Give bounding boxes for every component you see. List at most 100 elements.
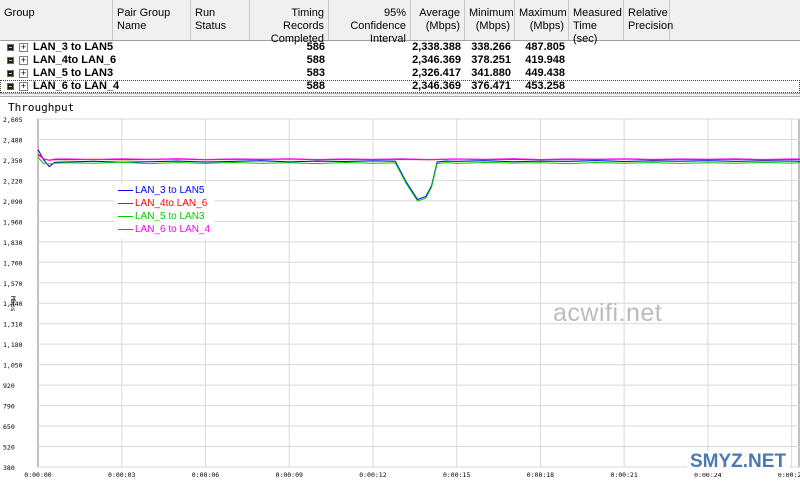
column-header-label: (Mbps) — [529, 20, 564, 32]
pair-icon — [7, 70, 14, 77]
y-tick-label: 2,480 — [3, 136, 23, 144]
pair-name: LAN_5 to LAN3 — [33, 67, 114, 79]
table-row[interactable]: + LAN_4to LAN_6 588 2,346.369 378.251 419.948 — [0, 54, 800, 67]
expand-icon[interactable]: + — [19, 82, 28, 91]
cell-max: 453.258 — [525, 80, 565, 92]
cell-max: 487.805 — [525, 41, 565, 53]
column-header-label: Name — [117, 20, 147, 32]
x-tick-label: 0:00:03 — [108, 471, 135, 479]
x-tick-label: 0:00:09 — [276, 471, 303, 479]
y-tick-label: 1,830 — [3, 239, 23, 247]
column-header-label: (Mbps) — [425, 20, 460, 32]
cell-avg: 2,338.388 — [412, 41, 461, 53]
column-header-label: Average — [419, 7, 460, 19]
column-header-label: Maximum — [519, 7, 567, 19]
pane-splitter[interactable] — [0, 93, 800, 97]
column-header[interactable]: Run Status — [191, 0, 250, 40]
cell-min: 376.471 — [471, 80, 511, 92]
y-tick-label: 650 — [3, 423, 15, 431]
results-table: Group Pair Group Name Run Status Timing Reco… — [0, 0, 800, 93]
pair-name: LAN_6 to LAN_4 — [33, 80, 120, 92]
column-header[interactable]: Relative Precision — [624, 0, 674, 40]
x-tick-label: 0:00:21 — [610, 471, 637, 479]
cell-max: 419.948 — [525, 54, 565, 66]
y-tick-label: 920 — [3, 382, 15, 390]
x-tick-label: 0:00:12 — [359, 471, 386, 479]
pair-icon — [7, 44, 14, 51]
cell-max: 449.438 — [525, 67, 565, 79]
watermark-text: acwifi.net — [553, 299, 663, 327]
y-tick-label: 1,180 — [3, 341, 23, 349]
column-header[interactable]: Maximum (Mbps) — [515, 0, 569, 40]
column-header[interactable]: Timing Records Completed — [250, 0, 329, 45]
legend-swatch — [118, 190, 133, 191]
column-header-label: Group — [4, 7, 35, 19]
cell-min: 378.251 — [471, 54, 511, 66]
column-header-label: Run Status — [195, 7, 227, 32]
x-tick-label: 0:00:18 — [527, 471, 554, 479]
table-header-row: Group Pair Group Name Run Status Timing Reco… — [0, 0, 800, 45]
site-stamp: SMYZ.NET — [687, 451, 790, 473]
y-tick-label: 380 — [3, 464, 15, 472]
expand-icon[interactable]: + — [19, 43, 28, 52]
legend-label: LAN_6 to LAN_4 — [135, 224, 211, 235]
y-tick-label: 2,220 — [3, 177, 23, 185]
legend-item: LAN_4to LAN_6 — [114, 197, 214, 210]
y-tick-label: 1,570 — [3, 280, 23, 288]
y-tick-label: 520 — [3, 444, 15, 452]
cell-records: 583 — [306, 67, 325, 79]
legend-label: LAN_3 to LAN5 — [135, 185, 205, 196]
pair-name: LAN_4to LAN_6 — [33, 54, 117, 66]
cell-min: 341.880 — [471, 67, 511, 79]
legend-label: LAN_4to LAN_6 — [135, 198, 208, 209]
column-header-label: Minimum — [469, 7, 514, 19]
legend-label: LAN_5 to LAN3 — [135, 211, 205, 222]
x-tick-label: 0:00:06 — [192, 471, 219, 479]
legend-swatch — [118, 216, 133, 217]
table-row[interactable]: + LAN_3 to LAN5 586 2,338.388 338.266 487.805 — [0, 41, 800, 54]
column-header-label: Pair Group — [117, 7, 171, 19]
legend-item: LAN_5 to LAN3 — [114, 210, 214, 223]
expand-icon[interactable]: + — [19, 56, 28, 65]
x-tick-label: 0:00:00 — [24, 471, 51, 479]
pair-icon — [7, 83, 14, 90]
pair-icon — [7, 57, 14, 64]
y-tick-label: 2,605 — [3, 116, 23, 124]
cell-records: 588 — [306, 80, 325, 92]
table-row[interactable]: + LAN_5 to LAN3 583 2,326.417 341.880 449.438 — [0, 67, 800, 80]
cell-records: 588 — [306, 54, 325, 66]
cell-avg: 2,346.369 — [412, 54, 461, 66]
column-header-label: Measured — [573, 7, 622, 19]
column-header-label: Precision — [628, 20, 674, 32]
column-header[interactable]: Average (Mbps) — [411, 0, 465, 40]
column-header[interactable]: 95% Confidence Interval — [329, 0, 411, 45]
column-header-label: Timing Records — [283, 7, 324, 32]
pair-name: LAN_3 to LAN5 — [33, 41, 114, 53]
column-header[interactable]: Minimum (Mbps) — [465, 0, 515, 40]
legend-item: LAN_3 to LAN5 — [114, 184, 214, 197]
cell-records: 586 — [306, 41, 325, 53]
column-header[interactable]: Measured Time (sec) — [569, 0, 624, 45]
column-header-label: (Mbps) — [475, 20, 510, 32]
legend-item: LAN_6 to LAN_4 — [114, 223, 214, 236]
y-tick-label: 1,050 — [3, 362, 23, 370]
expand-icon[interactable]: + — [19, 69, 28, 78]
column-header[interactable]: Pair Group Name — [113, 0, 191, 40]
table-row[interactable]: + LAN_6 to LAN_4 588 2,346.369 376.471 453.25… — [0, 80, 800, 93]
column-header-label: Relative — [628, 7, 668, 19]
y-axis-label: Mbps — [9, 296, 17, 312]
cell-avg: 2,346.369 — [412, 80, 461, 92]
cell-min: 338.266 — [471, 41, 511, 53]
legend-swatch — [118, 229, 133, 230]
chart-legend: LAN_3 to LAN5 LAN_4to LAN_6 LAN_5 to LAN3 L… — [114, 184, 214, 239]
plot-area — [37, 118, 800, 468]
throughput-chart: 2,605 2,480 2,350 2,220 2,090 1,960 1,830 1,700… — [3, 116, 800, 479]
y-tick-label: 1,700 — [3, 259, 23, 267]
y-tick-label: 2,350 — [3, 157, 23, 165]
y-tick-label: 1,960 — [3, 218, 23, 226]
y-tick-label: 1,310 — [3, 321, 23, 329]
column-header[interactable]: Group — [0, 0, 113, 40]
legend-swatch — [118, 203, 133, 204]
y-tick-label: 2,090 — [3, 198, 23, 206]
y-tick-label: 790 — [3, 403, 15, 411]
